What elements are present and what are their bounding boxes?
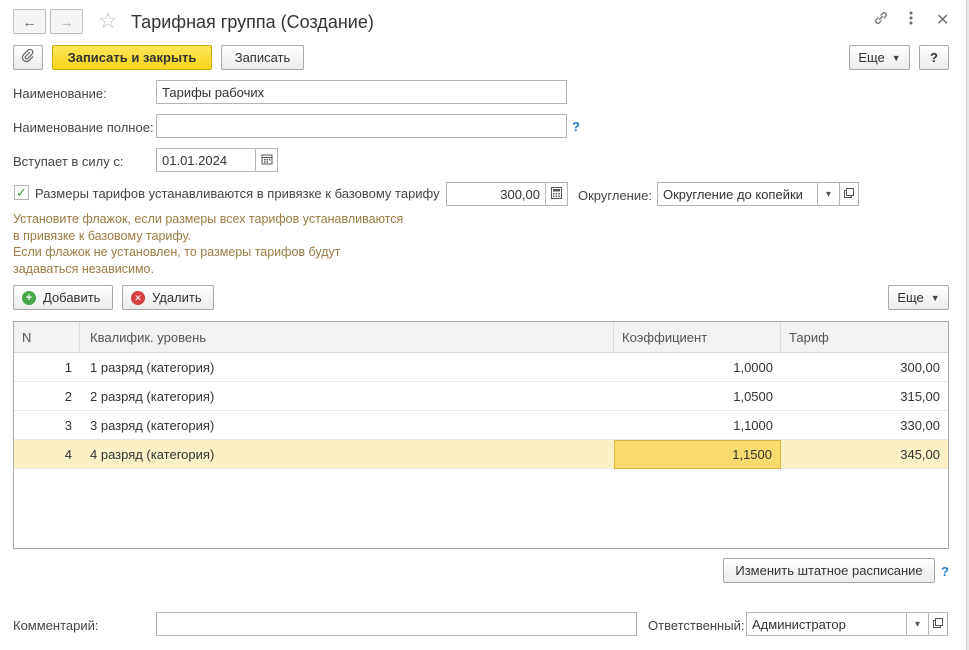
more-button[interactable]: Еще ▼	[849, 45, 910, 70]
calendar-button[interactable]	[256, 148, 278, 172]
full-name-help-icon[interactable]: ?	[572, 119, 580, 134]
save-and-close-button[interactable]: Записать и закрыть	[52, 45, 212, 70]
level-cell[interactable]: 3 разряд (категория)	[80, 411, 614, 440]
full-name-field[interactable]	[156, 114, 567, 138]
calculator-icon	[551, 186, 562, 202]
tariff-cell[interactable]: 345,00	[781, 440, 948, 469]
forward-button[interactable]: →	[50, 9, 83, 34]
table-header: N Квалифик. уровень Коэффициент Тариф	[14, 322, 948, 353]
responsible-label: Ответственный:	[648, 618, 745, 633]
table-row[interactable]: 3 3 разряд (категория) 1,1000 330,00	[14, 411, 948, 440]
add-row-label: Добавить	[43, 290, 101, 305]
column-header-tariff[interactable]: Тариф	[781, 322, 948, 353]
coefficient-cell[interactable]: 1,0000	[614, 353, 781, 382]
table-row[interactable]: 1 1 разряд (категория) 1,0000 300,00	[14, 353, 948, 382]
hint-line: в привязке к базовому тарифу.	[13, 228, 192, 243]
table-more-button[interactable]: Еще ▼	[888, 285, 949, 310]
page-title: Тарифная группа (Создание)	[131, 12, 374, 32]
tariff-table[interactable]: N Квалифик. уровень Коэффициент Тариф 1 …	[13, 321, 949, 549]
attach-button[interactable]	[13, 45, 43, 70]
paperclip-icon	[21, 48, 35, 66]
hint-line: Установите флажок, если размеры всех тар…	[13, 212, 404, 226]
rounding-dropdown-button[interactable]: ▾	[818, 182, 840, 206]
level-cell[interactable]: 4 разряд (категория)	[80, 440, 614, 469]
delete-row-button[interactable]: ✕ Удалить	[122, 285, 214, 310]
effective-date-field[interactable]: 01.01.2024	[156, 148, 256, 172]
row-number: 1	[64, 360, 72, 375]
open-icon	[933, 617, 943, 631]
calculator-button[interactable]	[546, 182, 568, 206]
name-label: Наименование:	[13, 86, 107, 101]
coefficient-cell-active[interactable]: 1,1500	[614, 440, 781, 469]
row-number: 2	[64, 389, 72, 404]
delete-icon: ✕	[131, 290, 145, 305]
caret-down-icon: ▼	[930, 292, 940, 303]
link-icon[interactable]	[873, 10, 889, 33]
hint-line: задаваться независимо.	[13, 261, 154, 276]
tariff-cell[interactable]: 315,00	[781, 382, 948, 411]
caret-down-icon: ▼	[891, 52, 901, 63]
save-button[interactable]: Записать	[221, 45, 304, 70]
open-icon	[844, 187, 854, 201]
plus-icon: +	[22, 290, 36, 305]
full-name-label: Наименование полное:	[13, 120, 154, 135]
rounding-select[interactable]: Округление до копейки	[657, 182, 818, 206]
row-number: 4	[64, 447, 72, 462]
rounding-label: Округление:	[578, 188, 652, 203]
arrow-left-icon: ←	[22, 13, 37, 30]
help-button[interactable]: ?	[919, 45, 949, 70]
coefficient-cell[interactable]: 1,0500	[614, 382, 781, 411]
column-header-n[interactable]: N	[14, 322, 80, 353]
base-tariff-hint: Установите флажок, если размеры всех тар…	[13, 211, 403, 277]
back-button[interactable]: ←	[13, 9, 46, 34]
comment-label: Комментарий:	[13, 618, 99, 633]
base-tariff-field[interactable]: 300,00	[446, 182, 546, 206]
checkmark-icon: ✓	[16, 185, 27, 200]
comment-field[interactable]	[156, 612, 637, 636]
more-button-label: Еще	[858, 50, 885, 65]
column-header-coefficient[interactable]: Коэффициент	[614, 322, 781, 353]
tariff-cell[interactable]: 300,00	[781, 353, 948, 382]
chevron-down-icon: ▾	[825, 188, 832, 200]
more-vertical-icon[interactable]	[909, 10, 913, 32]
arrow-right-icon: →	[59, 13, 74, 30]
change-schedule-button[interactable]: Изменить штатное расписание	[723, 558, 935, 583]
responsible-open-button[interactable]	[928, 612, 948, 636]
star-icon[interactable]: ☆	[98, 8, 118, 34]
add-row-button[interactable]: + Добавить	[13, 285, 113, 310]
calendar-icon	[261, 153, 273, 168]
table-row[interactable]: 2 2 разряд (категория) 1,0500 315,00	[14, 382, 948, 411]
schedule-help-icon[interactable]: ?	[941, 564, 949, 579]
tariff-cell[interactable]: 330,00	[781, 411, 948, 440]
column-header-level[interactable]: Квалифик. уровень	[80, 322, 614, 353]
hint-line: Если флажок не установлен, то размеры та…	[13, 245, 341, 259]
table-more-label: Еще	[897, 290, 924, 305]
table-row-selected[interactable]: 4 4 разряд (категория) 1,1500 345,00	[14, 440, 948, 469]
level-cell[interactable]: 2 разряд (категория)	[80, 382, 614, 411]
rounding-open-button[interactable]	[839, 182, 859, 206]
effective-date-label: Вступает в силу с:	[13, 154, 124, 169]
close-icon[interactable]: ✕	[936, 10, 949, 32]
responsible-dropdown-button[interactable]: ▾	[907, 612, 929, 636]
base-tariff-checkbox-label: Размеры тарифов устанавливаются в привяз…	[35, 186, 440, 201]
coefficient-cell[interactable]: 1,1000	[614, 411, 781, 440]
row-number: 3	[64, 418, 72, 433]
delete-row-label: Удалить	[152, 290, 202, 305]
name-field[interactable]: Тарифы рабочих	[156, 80, 567, 104]
responsible-select[interactable]: Администратор	[746, 612, 907, 636]
chevron-down-icon: ▾	[914, 618, 921, 630]
level-cell[interactable]: 1 разряд (категория)	[80, 353, 614, 382]
base-tariff-checkbox[interactable]: ✓	[14, 185, 29, 200]
